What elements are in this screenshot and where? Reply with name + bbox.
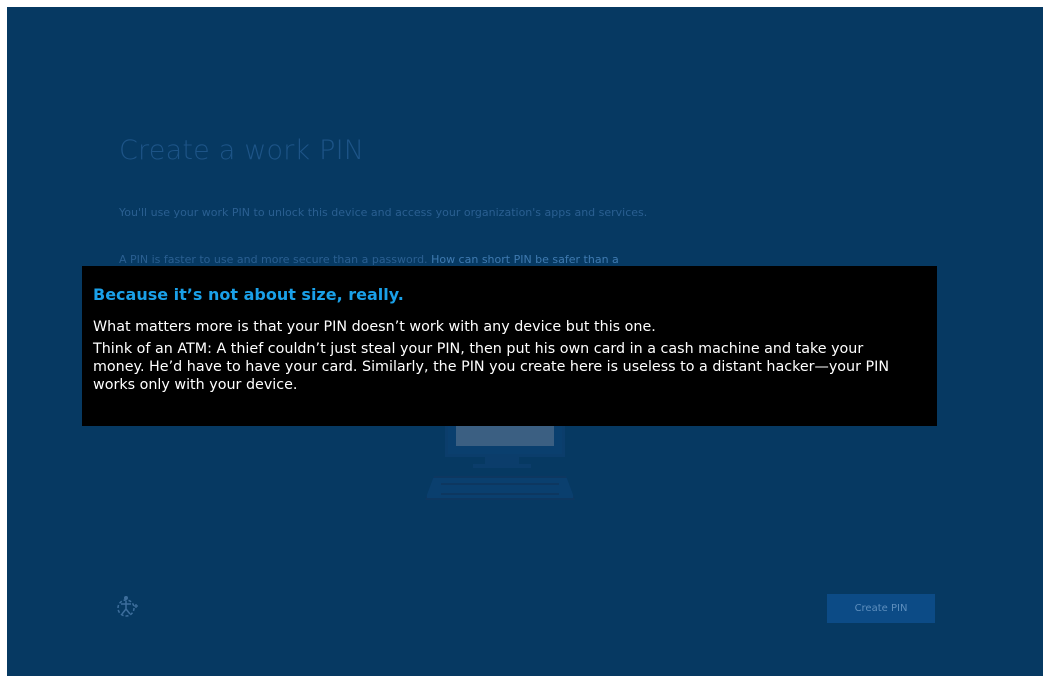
pin-info-link[interactable]: How can short PIN be safer than a [431,253,619,266]
tooltip-body: What matters more is that your PIN doesn… [93,318,913,398]
pin-setup-screen: Create a work PIN You'll use your work P… [7,7,1043,676]
page-description: You'll use your work PIN to unlock this … [119,206,648,219]
create-pin-button[interactable]: Create PIN [827,594,935,623]
monitor-base [473,464,531,468]
keyboard-illustration [425,476,575,500]
keyboard-keys [441,483,559,495]
tooltip-paragraph-1: What matters more is that your PIN doesn… [93,319,656,335]
tooltip-paragraph-2: Think of an ATM: A thief couldn’t just s… [93,341,890,393]
pin-info-prefix: A PIN is faster to use and more secure t… [119,253,428,266]
tooltip-heading: Because it’s not about size, really. [93,285,404,304]
pin-explanation-tooltip: Because it’s not about size, really. Wha… [82,266,937,426]
pin-info-text: A PIN is faster to use and more secure t… [119,253,719,267]
page-title: Create a work PIN [119,135,365,166]
ease-of-access-icon[interactable] [112,592,142,622]
